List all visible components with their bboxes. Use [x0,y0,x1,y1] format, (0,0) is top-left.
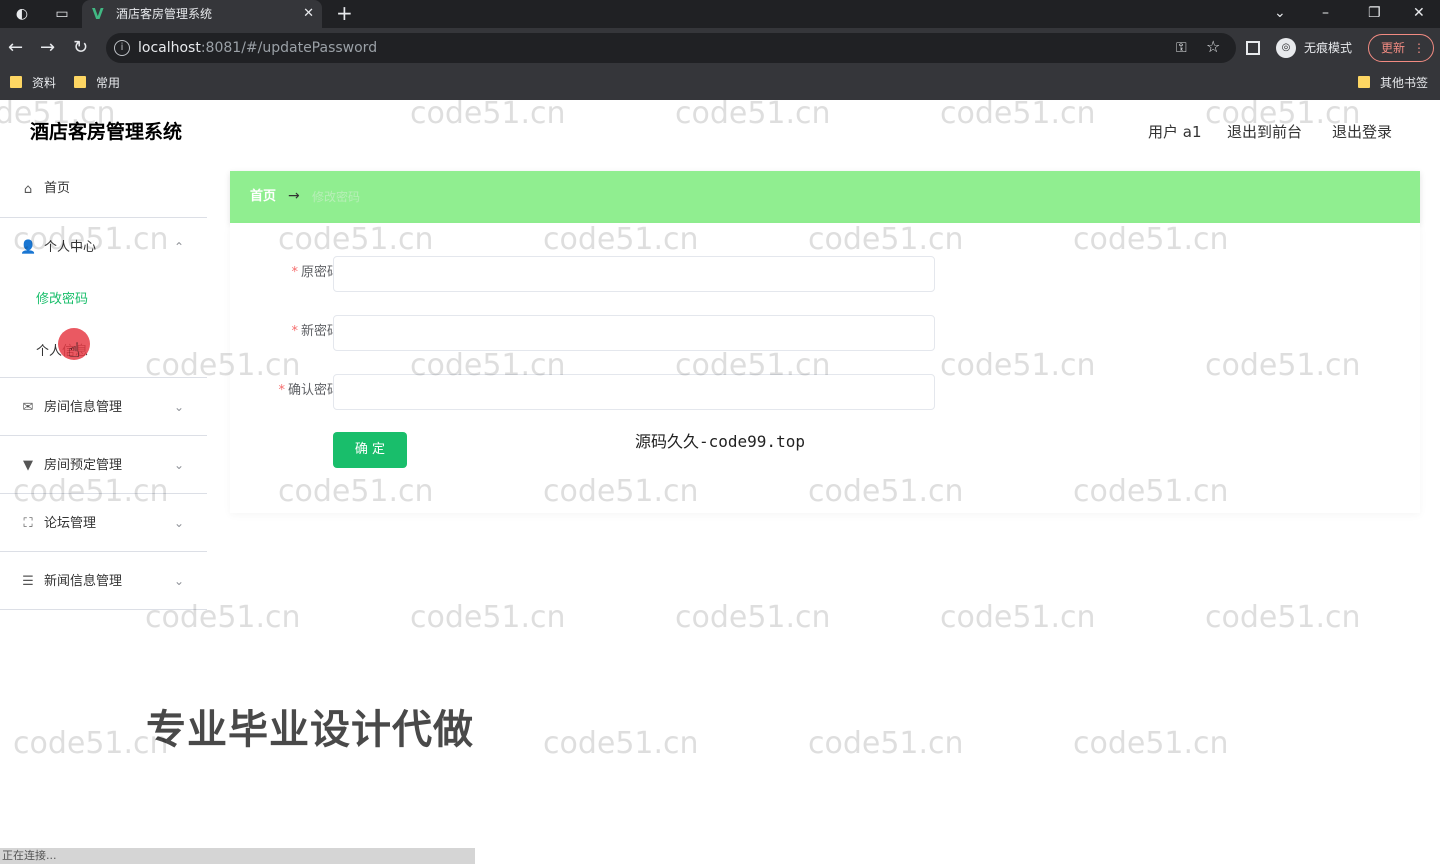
scan-icon: ⛶ [23,516,33,531]
bookmark-other[interactable]: 其他书签 [1358,75,1428,91]
tab-close-icon[interactable]: ✕ [303,5,314,23]
update-button[interactable]: 更新 ⋮ [1368,34,1434,62]
sidebar-item-room-info[interactable]: ✉ 房间信息管理 ⌄ [0,378,207,436]
chevron-down-icon: ⌄ [174,400,185,414]
app-page: 酒店客房管理系统 用户 a1 退出到前台 退出登录 ⌂ 首页 👤 个人中心 ⌃ … [0,100,1440,864]
sidebar-item-news[interactable]: ☰ 新闻信息管理 ⌄ [0,552,207,610]
folder-icon [10,76,22,88]
sidebar-subitem-change-password[interactable]: 修改密码 [36,291,88,309]
minimize-icon[interactable]: – [1322,3,1329,23]
tab-search-icon[interactable]: ▭ [52,4,72,24]
url-path: :8081/#/updatePassword [200,40,378,56]
sidebar-item-label: 新闻信息管理 [44,574,123,589]
bookmark-label: 其他书签 [1380,76,1429,90]
bookmark-ziliao[interactable]: 资料 [10,75,56,91]
update-label: 更新 [1381,41,1406,55]
url-text[interactable]: localhost:8081/#/updatePassword [138,39,377,57]
hand-cursor-icon: ☝ [68,338,81,362]
browser-tab-bar: ◐ ▭ V 酒店客房管理系统 ✕ + ⌄ – ❐ ✕ [0,0,1440,28]
incognito-icon: ◎ [1276,38,1296,58]
reload-icon[interactable]: ↻ [73,37,88,59]
mail-icon: ✉ [22,400,34,415]
sidebar-item-label: 首页 [44,181,71,196]
address-bar[interactable]: i localhost:8081/#/updatePassword ⚿ ☆ [106,33,1236,63]
breadcrumb: 首页 → 修改密码 [230,171,1420,223]
forward-icon[interactable]: → [40,37,55,59]
vue-favicon-icon: V [92,5,104,23]
old-password-field[interactable] [333,256,935,292]
breadcrumb-current: 修改密码 [312,190,361,204]
url-host: localhost [138,40,201,56]
sidebar-item-label: 个人中心 [44,240,97,255]
restore-icon[interactable]: ❐ [1368,3,1381,23]
tab-list-chevron-icon[interactable]: ⌄ [1274,3,1286,23]
browser-status-bar: 正在连接... [0,848,475,864]
required-mark: * [291,265,298,280]
tab-title: 酒店客房管理系统 [116,7,213,21]
bookmark-label: 常用 [96,76,121,90]
source-overlay-text: 源码久久-code99.top [635,432,805,451]
browser-tab[interactable]: V 酒店客房管理系统 ✕ [82,0,322,28]
bookmark-star-icon[interactable]: ☆ [1206,37,1220,57]
user-icon: 👤 [20,240,37,255]
new-tab-icon[interactable]: + [336,2,353,24]
sidebar-item-label: 论坛管理 [44,516,97,531]
promo-overlay-text: 专业毕业设计代做 [146,707,474,753]
to-frontend-link[interactable]: 退出到前台 [1227,122,1302,142]
sidebar-item-home[interactable]: ⌂ 首页 [0,160,207,218]
sidebar-item-forum[interactable]: ⛶ 论坛管理 ⌄ [0,494,207,552]
side-panel-icon[interactable] [1246,41,1260,55]
required-mark: * [278,383,285,398]
breadcrumb-home[interactable]: 首页 [250,188,276,206]
incognito-label: 无痕模式 [1304,41,1353,55]
confirm-password-label: * 确认密码 [278,382,340,400]
site-info-icon[interactable]: i [114,40,130,56]
bookmarks-bar: 资料 常用 其他书签 [0,68,1440,100]
new-password-field[interactable] [333,315,935,351]
back-icon[interactable]: ← [8,37,23,59]
folder-icon [1358,76,1370,88]
key-icon[interactable]: ⚿ [1176,38,1187,58]
confirm-password-field[interactable] [333,374,935,410]
current-user-label: 用户 a1 [1148,123,1202,141]
folder-icon [74,76,86,88]
home-icon: ⌂ [23,182,33,197]
bookmark-label: 资料 [32,76,57,90]
chevron-up-icon: ⌃ [174,240,185,254]
bookmark-changyong[interactable]: 常用 [74,75,120,91]
sidebar-item-personal-center[interactable]: 👤 个人中心 ⌃ [0,218,207,276]
browser-menu-icon[interactable]: ◐ [12,4,32,24]
breadcrumb-arrow-icon: → [288,188,300,204]
browser-toolbar: ← → ↻ i localhost:8081/#/updatePassword … [0,28,1440,68]
more-menu-icon: ⋮ [1413,41,1425,55]
logout-link[interactable]: 退出登录 [1332,122,1392,142]
chevron-down-icon: ⌄ [174,574,185,588]
chevron-down-icon: ⌄ [174,458,185,472]
chevron-down-icon: ⌄ [174,516,185,530]
site-brand: 酒店客房管理系统 [30,121,183,143]
submit-button[interactable]: 确 定 [333,432,407,468]
sliders-icon: ☰ [22,574,34,589]
sidebar-item-room-booking[interactable]: ▼ 房间预定管理 ⌄ [0,436,207,494]
pin-icon: ▼ [23,458,33,473]
required-mark: * [291,324,298,339]
sidebar-item-label: 房间预定管理 [44,458,123,473]
close-window-icon[interactable]: ✕ [1413,3,1425,23]
sidebar-item-label: 房间信息管理 [44,400,123,415]
